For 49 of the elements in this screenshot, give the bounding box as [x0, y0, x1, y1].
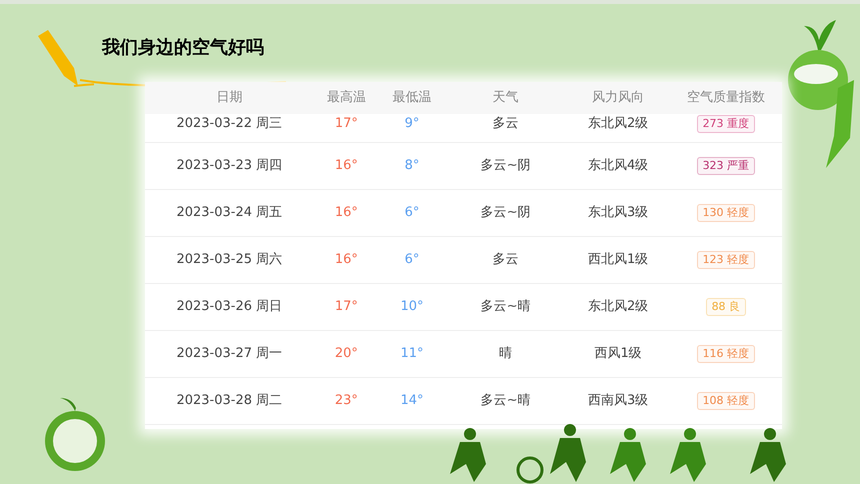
- aqi-badge: 88 良: [706, 298, 746, 316]
- table-cell-text: 2023-03-27 周一: [175, 345, 284, 364]
- column-header: 天气: [492, 89, 520, 108]
- table-cell-text: 23°: [334, 392, 359, 410]
- aqi-badge: 108 轻度: [696, 392, 756, 410]
- table-cell-text: 20°: [334, 345, 359, 364]
- table-cell-text: 西风1级: [593, 345, 643, 364]
- aqi-badge: 323 严重: [696, 157, 756, 175]
- table-cell-text: 2023-03-22 周三: [175, 115, 284, 134]
- column-header: 最低温: [391, 89, 432, 108]
- aqi-badge: 116 轻度: [696, 345, 756, 363]
- table-cell-text: 2023-03-23 周四: [175, 157, 284, 176]
- table-cell-text: 西北风1级: [586, 251, 650, 270]
- table-cell-text: 17°: [334, 298, 359, 316]
- column-header: 最高温: [326, 89, 367, 108]
- table-cell-text: 11°: [399, 345, 425, 364]
- table-cell-text: 东北风4级: [586, 157, 650, 176]
- aqi-badge: 123 轻度: [696, 251, 756, 269]
- column-header: 空气质量指数: [686, 89, 766, 108]
- table-cell-text: 16°: [334, 157, 359, 176]
- table-cell-text: 东北风2级: [586, 298, 650, 316]
- table-cell-text: 16°: [334, 204, 359, 222]
- table-cell-text: 9°: [404, 115, 420, 134]
- table-cell-text: 2023-03-25 周六: [175, 251, 284, 270]
- table-cell-text: 多云: [492, 251, 520, 270]
- column-header: 日期: [215, 89, 244, 108]
- table-cell-text: 多云~阴: [480, 204, 532, 222]
- table-cell-text: 8°: [404, 157, 420, 176]
- table-cell-text: 2023-03-26 周日: [175, 298, 284, 316]
- table-cell-text: 多云~晴: [480, 392, 532, 410]
- table-cell-text: 10°: [399, 298, 425, 316]
- table-cell-text: 6°: [404, 204, 420, 222]
- table-cell-text: 多云~晴: [480, 298, 532, 316]
- table-cell-text: 14°: [399, 392, 425, 410]
- table-cell-text: 2023-03-28 周二: [175, 392, 284, 410]
- table-cell-text: 17°: [334, 115, 359, 134]
- table-cell-text: 东北风3级: [586, 204, 650, 222]
- table-cell-text: 晴: [498, 345, 514, 364]
- table-cell-text: 6°: [404, 251, 420, 270]
- table-cell-text: 2023-03-24 周五: [175, 204, 284, 222]
- table-cell-text: 多云: [492, 115, 520, 134]
- table-cell-text: 西南风3级: [586, 392, 650, 410]
- aqi-badge: 273 重度: [696, 115, 756, 133]
- table-cell-text: 多云~阴: [480, 157, 532, 176]
- column-header: 风力风向: [591, 89, 646, 108]
- table-cell-text: 16°: [334, 251, 359, 270]
- table-cell-text: 东北风2级: [586, 115, 650, 134]
- aqi-badge: 130 轻度: [696, 204, 756, 222]
- slide-title: 我们身边的空气好吗: [102, 36, 264, 60]
